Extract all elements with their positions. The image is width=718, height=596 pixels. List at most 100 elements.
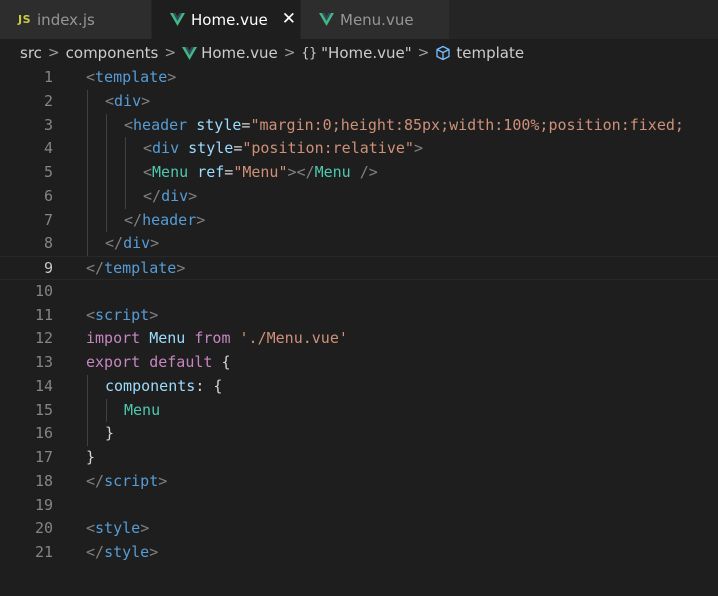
code-token: =: [233, 139, 243, 158]
code-token: "margin:0;height:85px;width:100%;positio…: [250, 115, 684, 134]
indent-guide: [106, 113, 107, 138]
code-token: header: [142, 210, 197, 229]
line-number: 10: [34, 281, 53, 300]
code-line[interactable]: 5 <Menu ref="Menu"></Menu />: [0, 161, 718, 185]
breadcrumb-template[interactable]: template: [435, 44, 524, 62]
code-token: >: [196, 210, 206, 229]
code-text: }: [105, 422, 114, 446]
breadcrumb-file[interactable]: Home.vue: [182, 44, 278, 62]
code-token: script: [95, 305, 150, 324]
breadcrumb-module[interactable]: {} "Home.vue": [301, 44, 411, 62]
code-token: import: [86, 329, 141, 348]
code-token: }: [86, 448, 96, 466]
line-number: 4: [43, 139, 53, 158]
code-line[interactable]: 20 <style>: [0, 517, 718, 541]
indent-guide: [87, 398, 88, 423]
tab-home-vue[interactable]: Home.vue ✕: [152, 0, 301, 39]
code-line[interactable]: 19: [0, 494, 718, 518]
code-token: </: [105, 234, 124, 253]
cube-icon: [435, 45, 451, 61]
breadcrumb-file-label: Home.vue: [201, 44, 278, 62]
code-token: div: [161, 186, 189, 205]
indent-guide: [106, 208, 107, 233]
breadcrumb-template-label: template: [456, 44, 525, 62]
indent-guide: [106, 398, 107, 423]
code-text: </header>: [124, 209, 205, 233]
code-line[interactable]: 18 </script>: [0, 470, 718, 494]
code-text: Menu: [124, 399, 160, 423]
code-token: default: [149, 353, 213, 371]
code-line[interactable]: 21 </style>: [0, 541, 718, 565]
code-line[interactable]: 4 <div style="position:relative">: [0, 137, 718, 161]
code-token: ></: [287, 163, 315, 181]
code-line[interactable]: 3 <header style="margin:0;height:85px;wid…: [0, 113, 718, 138]
code-token: from: [194, 329, 231, 348]
code-token: header: [133, 115, 188, 134]
code-token: Menu: [314, 163, 351, 181]
chevron-right-icon: >: [417, 45, 430, 61]
code-text: </script>: [86, 470, 167, 494]
line-number: 15: [34, 400, 53, 419]
indent-guide: [87, 374, 88, 399]
line-number: 5: [43, 163, 53, 181]
code-token: <: [86, 305, 96, 324]
code-line[interactable]: 1 <template>: [0, 66, 718, 90]
indent-guide: [87, 422, 88, 446]
code-text: </div>: [143, 185, 197, 209]
indent-guide: [87, 89, 88, 114]
code-line[interactable]: 2 <div>: [0, 89, 718, 114]
code-token: template: [104, 259, 177, 277]
indent-guide: [87, 208, 88, 233]
code-line[interactable]: 13 export default {: [0, 351, 718, 375]
code-text: import Menu from './Menu.vue': [86, 327, 348, 351]
tab-menu-vue[interactable]: Menu.vue: [301, 0, 450, 39]
line-number: 11: [34, 305, 53, 324]
indent-guide: [106, 137, 107, 161]
code-token: >: [158, 471, 168, 490]
tab-label: Menu.vue: [340, 10, 414, 29]
code-token: style: [95, 519, 141, 538]
code-token: script: [104, 471, 159, 490]
close-icon[interactable]: ✕: [282, 11, 296, 28]
code-line[interactable]: 14 components: {: [0, 374, 718, 399]
code-line[interactable]: 17}: [0, 446, 718, 470]
code-token: </: [143, 186, 162, 205]
code-line[interactable]: 15 Menu: [0, 398, 718, 423]
code-token: </: [86, 543, 105, 561]
code-text: components: {: [105, 375, 222, 399]
line-number: 8: [43, 234, 53, 253]
breadcrumb-src[interactable]: src: [20, 44, 42, 62]
code-token: >: [149, 543, 159, 561]
code-text: <div>: [105, 90, 150, 114]
code-text: </style>: [86, 541, 158, 565]
indent-guide: [87, 113, 88, 138]
code-text: </template>: [86, 257, 185, 281]
breadcrumb-components[interactable]: components: [66, 44, 159, 62]
code-text: <script>: [86, 304, 158, 328]
line-number: 13: [34, 353, 53, 371]
editor-tab-bar: JS index.js Home.vue ✕ Menu.vue: [0, 0, 718, 39]
code-line[interactable]: 7 </header>: [0, 208, 718, 233]
code-editor[interactable]: 1 <template> 2 <div> 3 <header style="margin:…: [0, 66, 718, 596]
line-number: 17: [34, 448, 53, 466]
braces-icon: {}: [301, 45, 318, 61]
line-number: 21: [34, 543, 53, 561]
code-line[interactable]: 12 import Menu from './Menu.vue': [0, 327, 718, 351]
tab-index-js[interactable]: JS index.js: [0, 0, 152, 39]
code-line[interactable]: 9 </template>: [0, 256, 718, 280]
chevron-right-icon: >: [164, 45, 177, 61]
code-token: style: [188, 139, 234, 158]
code-line[interactable]: 16}: [0, 422, 718, 446]
line-number: 20: [34, 519, 53, 538]
code-token: components: [105, 376, 196, 395]
code-line[interactable]: 11 <script>: [0, 304, 718, 328]
code-line[interactable]: 10: [0, 280, 718, 304]
code-token: </: [124, 210, 143, 229]
code-line[interactable]: 6 </div>: [0, 184, 718, 209]
code-token: <: [143, 139, 153, 158]
chevron-right-icon: >: [283, 45, 296, 61]
code-line[interactable]: 8 </div>: [0, 232, 718, 256]
